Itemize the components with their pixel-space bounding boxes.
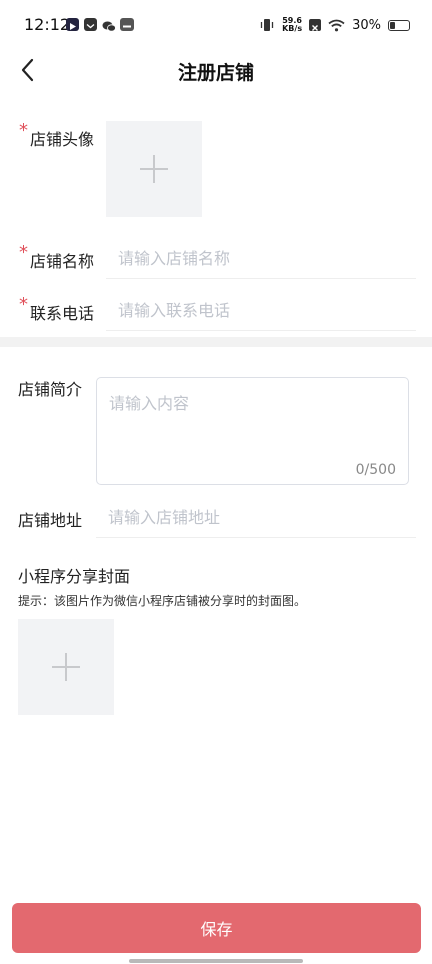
mail-app-icon bbox=[84, 18, 97, 31]
avatar-label: 店铺头像 bbox=[30, 130, 95, 149]
battery-percent: 30% bbox=[352, 17, 381, 33]
address-label: 店铺地址 bbox=[18, 511, 83, 530]
address-input[interactable] bbox=[96, 497, 416, 538]
save-button[interactable]: 保存 bbox=[12, 903, 421, 953]
avatar-upload[interactable] bbox=[106, 121, 202, 217]
home-indicator bbox=[129, 959, 303, 963]
cover-upload[interactable] bbox=[18, 619, 114, 715]
net-speed: 59.6 KB/s bbox=[282, 17, 302, 33]
intro-textarea-box: 0/500 bbox=[96, 377, 409, 485]
vibrate-icon bbox=[260, 19, 274, 31]
phone-label-row: * 联系电话 bbox=[19, 294, 95, 324]
intro-textarea[interactable] bbox=[97, 378, 408, 458]
required-mark: * bbox=[19, 120, 28, 141]
net-speed-unit: KB/s bbox=[282, 24, 303, 33]
page-title: 注册店铺 bbox=[177, 62, 254, 84]
name-label: 店铺名称 bbox=[30, 252, 95, 271]
play-app-icon bbox=[66, 18, 79, 31]
phone-input[interactable] bbox=[106, 290, 416, 331]
battery-fill bbox=[390, 21, 395, 29]
wifi-icon bbox=[328, 19, 345, 31]
cover-title: 小程序分享封面 bbox=[18, 567, 131, 586]
intro-label: 店铺简介 bbox=[18, 380, 83, 399]
char-counter: 0/500 bbox=[355, 462, 396, 478]
nav-header: 注册店铺 bbox=[0, 50, 432, 90]
required-mark: * bbox=[19, 294, 28, 315]
battery-icon bbox=[388, 19, 410, 31]
wechat-icon bbox=[102, 18, 116, 32]
app-icon bbox=[120, 18, 134, 31]
phone-label: 联系电话 bbox=[30, 304, 95, 323]
section-divider bbox=[0, 337, 432, 347]
shop-name-input[interactable] bbox=[106, 238, 416, 279]
status-bar: 12:12 59.6 KB/s 30% bbox=[0, 0, 432, 50]
sim-icon bbox=[309, 19, 322, 31]
status-time: 12:12 bbox=[24, 15, 71, 34]
plus-icon-v bbox=[153, 155, 155, 183]
avatar-label-row: * 店铺头像 bbox=[19, 120, 95, 150]
plus-icon-v bbox=[65, 653, 67, 681]
name-label-row: * 店铺名称 bbox=[19, 242, 95, 272]
cover-hint: 提示：该图片作为微信小程序店铺被分享时的封面图。 bbox=[18, 594, 307, 608]
status-right-group: 59.6 KB/s 30% bbox=[259, 14, 410, 36]
required-mark: * bbox=[19, 242, 28, 263]
